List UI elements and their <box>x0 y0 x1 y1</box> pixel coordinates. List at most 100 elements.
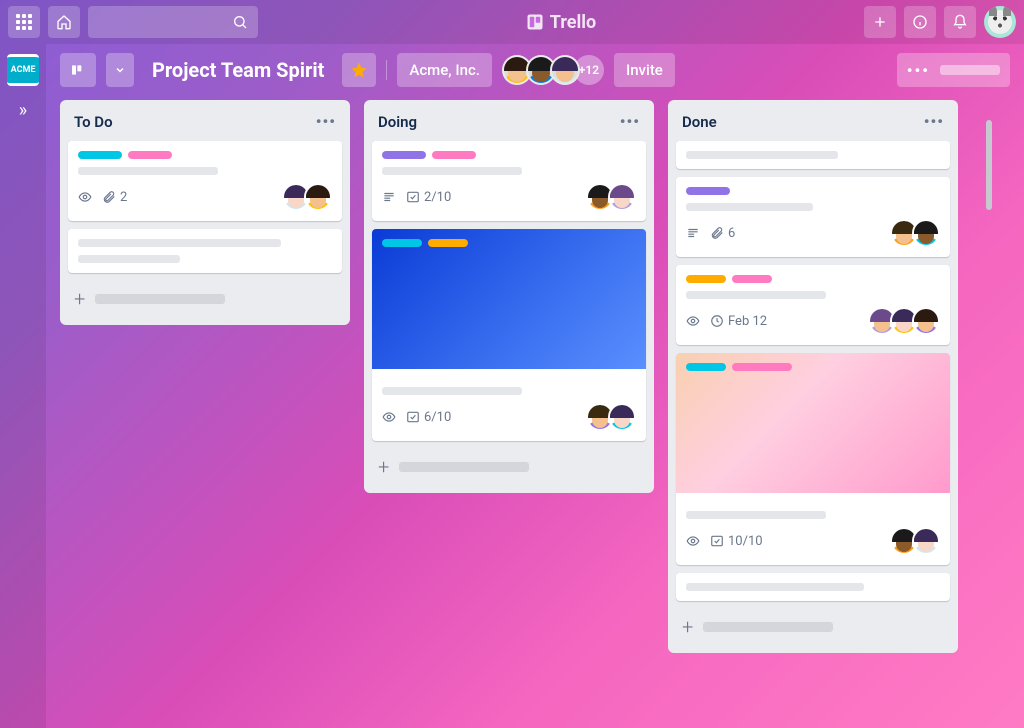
card[interactable] <box>676 573 950 601</box>
clock-icon <box>710 314 724 328</box>
invite-button[interactable]: Invite <box>614 53 675 87</box>
bell-icon <box>952 14 968 30</box>
card-badges: 2 <box>78 190 127 205</box>
org-name-button[interactable]: Acme, Inc. <box>397 53 492 87</box>
menu-label-placeholder <box>940 65 1000 75</box>
list-todo: To Do ••• 2 <box>60 100 350 325</box>
label-amber <box>686 275 726 283</box>
label-purple <box>382 151 426 159</box>
board-members[interactable]: +12 <box>502 55 604 85</box>
add-card-button[interactable]: + <box>372 449 646 485</box>
add-card-button[interactable]: + <box>676 609 950 645</box>
chevron-down-icon <box>114 64 126 76</box>
eye-icon <box>78 190 92 204</box>
card[interactable]: 6 <box>676 177 950 257</box>
add-card-label-placeholder <box>95 294 225 304</box>
board-switcher[interactable] <box>60 53 96 87</box>
card-members <box>282 183 332 211</box>
attachment-badge: 6 <box>710 226 735 241</box>
card-badges: Feb 12 <box>686 314 767 329</box>
label-pink <box>732 275 772 283</box>
board-menu-button[interactable]: ••• <box>897 53 1010 87</box>
plus-icon <box>872 14 888 30</box>
card[interactable] <box>68 229 342 273</box>
board-dropdown[interactable] <box>106 53 134 87</box>
list-menu-button[interactable]: ••• <box>620 112 640 131</box>
notifications-button[interactable] <box>944 6 976 38</box>
home-button[interactable] <box>48 6 80 38</box>
info-button[interactable] <box>904 6 936 38</box>
card[interactable]: 2/10 <box>372 141 646 221</box>
ellipsis-icon: ••• <box>907 61 930 80</box>
eye-icon <box>686 534 700 548</box>
star-button[interactable] <box>342 53 376 87</box>
member-avatar[interactable] <box>608 183 636 211</box>
card[interactable] <box>676 141 950 169</box>
checklist-icon <box>406 410 420 424</box>
card-badges: 6/10 <box>382 410 451 425</box>
member-avatar[interactable] <box>912 527 940 555</box>
description-badge <box>382 190 396 204</box>
add-card-button[interactable]: + <box>68 281 342 317</box>
list-menu-button[interactable]: ••• <box>924 112 944 131</box>
member-avatar[interactable] <box>912 219 940 247</box>
home-icon <box>56 14 72 30</box>
card-title-placeholder <box>382 167 522 175</box>
member-avatar[interactable] <box>304 183 332 211</box>
expand-rail-button[interactable]: » <box>19 100 27 121</box>
board-area: Project Team Spirit Acme, Inc. +12 Invit… <box>46 44 1024 728</box>
label-purple <box>686 187 730 195</box>
card-badges: 2/10 <box>382 190 451 205</box>
card-title-placeholder <box>78 167 218 175</box>
card-title-placeholder <box>78 239 281 247</box>
card-members <box>586 183 636 211</box>
create-button[interactable] <box>864 6 896 38</box>
member-avatar[interactable] <box>608 403 636 431</box>
attachment-badge: 2 <box>102 190 127 205</box>
checklist-icon <box>406 190 420 204</box>
card-title-placeholder <box>686 511 826 519</box>
husky-avatar-icon <box>988 10 1012 34</box>
top-bar: Trello <box>0 0 1024 44</box>
plus-icon: + <box>378 455 389 479</box>
card-badges: 10/10 <box>686 534 763 549</box>
card-title-placeholder <box>78 255 180 263</box>
card-members <box>890 527 940 555</box>
star-icon <box>351 62 367 78</box>
user-avatar[interactable] <box>984 6 1016 38</box>
add-card-label-placeholder <box>703 622 833 632</box>
list-title[interactable]: Doing <box>378 113 417 131</box>
member-avatar[interactable] <box>550 55 580 85</box>
list-title[interactable]: Done <box>682 113 717 131</box>
workspace-tile[interactable]: ACME <box>7 54 39 86</box>
card-members <box>586 403 636 431</box>
watch-badge <box>686 534 700 548</box>
card-cover <box>372 229 646 369</box>
eye-icon <box>686 314 700 328</box>
card[interactable]: 2 <box>68 141 342 221</box>
card-title-placeholder <box>686 151 838 159</box>
label-cyan <box>78 151 122 159</box>
card-title-placeholder <box>686 583 864 591</box>
trello-logo-icon <box>526 13 544 31</box>
board-title[interactable]: Project Team Spirit <box>144 58 332 82</box>
description-badge <box>686 226 700 240</box>
member-avatar[interactable] <box>912 307 940 335</box>
search-input[interactable] <box>88 6 258 38</box>
card-members <box>890 219 940 247</box>
scrollbar[interactable] <box>986 120 992 210</box>
card[interactable]: Feb 12 <box>676 265 950 345</box>
card-badges: 6 <box>686 226 735 241</box>
card[interactable]: 6/10 <box>372 229 646 441</box>
label-pink <box>128 151 172 159</box>
list-title[interactable]: To Do <box>74 113 113 131</box>
info-icon <box>912 14 928 30</box>
apps-button[interactable] <box>8 6 40 38</box>
card-members <box>868 307 940 335</box>
card[interactable]: 10/10 <box>676 353 950 565</box>
label-cyan <box>382 239 422 247</box>
checklist-badge: 6/10 <box>406 410 451 425</box>
eye-icon <box>382 410 396 424</box>
list-menu-button[interactable]: ••• <box>316 112 336 131</box>
card-title-placeholder <box>382 387 522 395</box>
